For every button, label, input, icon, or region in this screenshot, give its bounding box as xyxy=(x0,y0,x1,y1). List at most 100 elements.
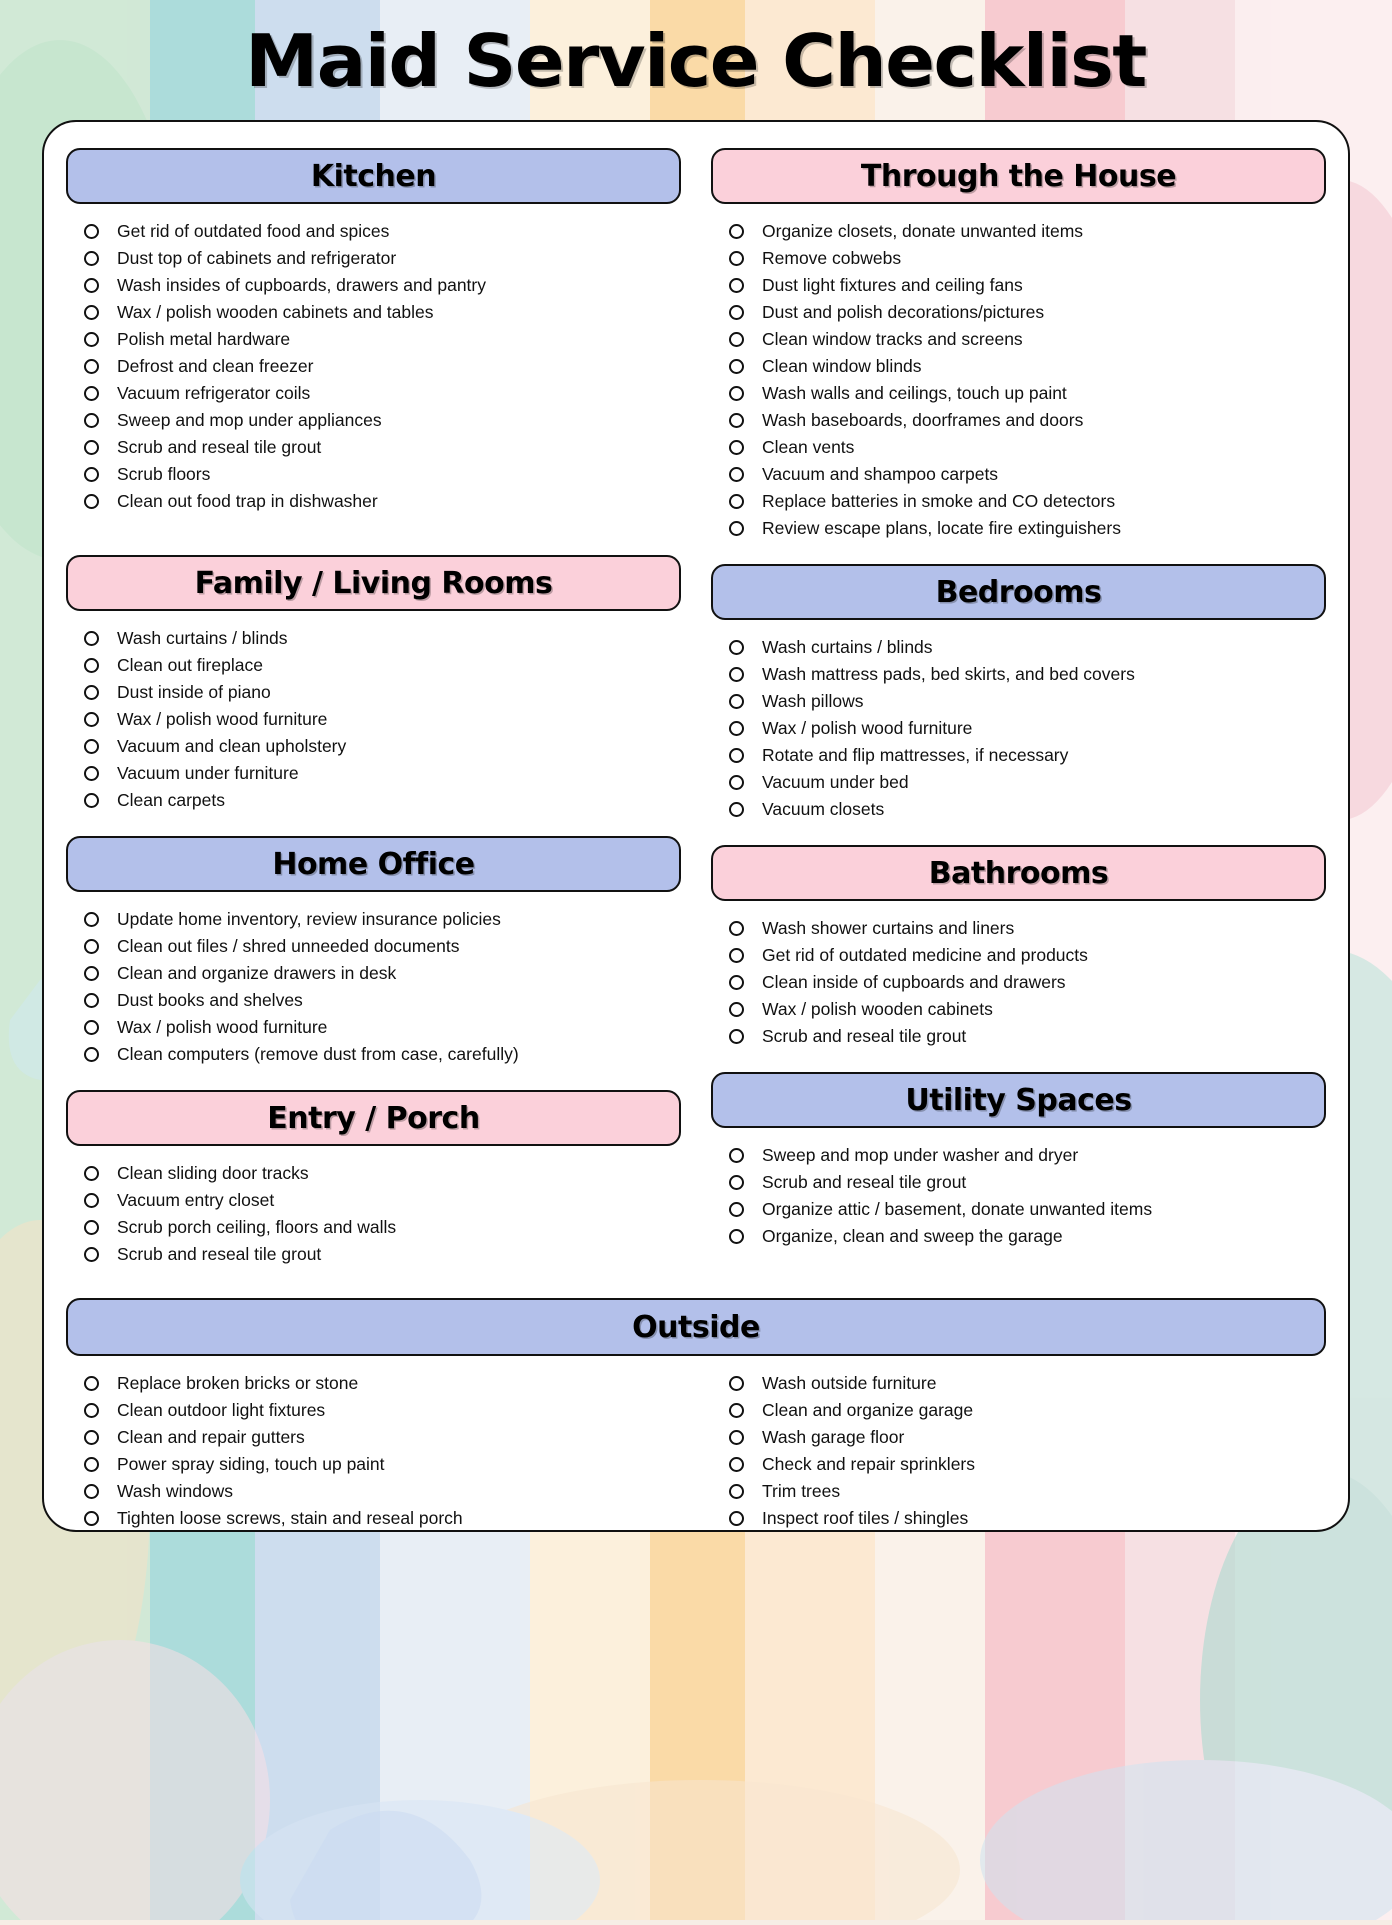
checkbox-circle-icon[interactable] xyxy=(729,948,744,963)
checkbox-circle-icon[interactable] xyxy=(729,413,744,428)
checkbox-circle-icon[interactable] xyxy=(84,993,99,1008)
list-item[interactable]: Vacuum and shampoo carpets xyxy=(711,461,1326,488)
list-item[interactable]: Vacuum entry closet xyxy=(66,1187,681,1214)
list-item[interactable]: Clean outdoor light fixtures xyxy=(66,1397,681,1424)
list-item[interactable]: Rotate and flip mattresses, if necessary xyxy=(711,742,1326,769)
checkbox-circle-icon[interactable] xyxy=(84,1220,99,1235)
checkbox-circle-icon[interactable] xyxy=(729,1029,744,1044)
checkbox-circle-icon[interactable] xyxy=(84,739,99,754)
checkbox-circle-icon[interactable] xyxy=(84,1020,99,1035)
list-item[interactable]: Dust books and shelves xyxy=(66,987,681,1014)
checkbox-circle-icon[interactable] xyxy=(84,712,99,727)
checkbox-circle-icon[interactable] xyxy=(729,802,744,817)
list-item[interactable]: Vacuum closets xyxy=(711,796,1326,823)
checkbox-circle-icon[interactable] xyxy=(84,966,99,981)
list-item[interactable]: Wash outside furniture xyxy=(711,1370,1326,1397)
list-item[interactable]: Clean vents xyxy=(711,434,1326,461)
checkbox-circle-icon[interactable] xyxy=(729,224,744,239)
list-item[interactable]: Inspect roof tiles / shingles xyxy=(711,1505,1326,1532)
list-item[interactable]: Clean carpets xyxy=(66,787,681,814)
list-item[interactable]: Sweep and mop under appliances xyxy=(66,407,681,434)
list-item[interactable]: Clean out food trap in dishwasher xyxy=(66,488,681,515)
checkbox-circle-icon[interactable] xyxy=(729,1511,744,1526)
checkbox-circle-icon[interactable] xyxy=(729,667,744,682)
checkbox-circle-icon[interactable] xyxy=(729,921,744,936)
checkbox-circle-icon[interactable] xyxy=(84,386,99,401)
list-item[interactable]: Dust inside of piano xyxy=(66,679,681,706)
list-item[interactable]: Sweep and mop under washer and dryer xyxy=(711,1142,1326,1169)
list-item[interactable]: Clean and repair gutters xyxy=(66,1424,681,1451)
checkbox-circle-icon[interactable] xyxy=(729,305,744,320)
list-item[interactable]: Review escape plans, locate fire extingu… xyxy=(711,515,1326,542)
list-item[interactable]: Vacuum refrigerator coils xyxy=(66,380,681,407)
checkbox-circle-icon[interactable] xyxy=(729,278,744,293)
checkbox-circle-icon[interactable] xyxy=(84,1403,99,1418)
checkbox-circle-icon[interactable] xyxy=(84,440,99,455)
list-item[interactable]: Wash windows xyxy=(66,1478,681,1505)
checkbox-circle-icon[interactable] xyxy=(84,1247,99,1262)
list-item[interactable]: Update home inventory, review insurance … xyxy=(66,906,681,933)
checkbox-circle-icon[interactable] xyxy=(729,1202,744,1217)
list-item[interactable]: Clean out files / shred unneeded documen… xyxy=(66,933,681,960)
list-item[interactable]: Organize closets, donate unwanted items xyxy=(711,218,1326,245)
list-item[interactable]: Wash curtains / blinds xyxy=(66,625,681,652)
list-item[interactable]: Wash garage floor xyxy=(711,1424,1326,1451)
checkbox-circle-icon[interactable] xyxy=(84,251,99,266)
list-item[interactable]: Trim trees xyxy=(711,1478,1326,1505)
checkbox-circle-icon[interactable] xyxy=(729,1484,744,1499)
checkbox-circle-icon[interactable] xyxy=(729,775,744,790)
checkbox-circle-icon[interactable] xyxy=(729,386,744,401)
list-item[interactable]: Vacuum under furniture xyxy=(66,760,681,787)
checkbox-circle-icon[interactable] xyxy=(84,1511,99,1526)
list-item[interactable]: Wash baseboards, doorframes and doors xyxy=(711,407,1326,434)
checkbox-circle-icon[interactable] xyxy=(84,1166,99,1181)
list-item[interactable]: Wax / polish wooden cabinets xyxy=(711,996,1326,1023)
list-item[interactable]: Clean window tracks and screens xyxy=(711,326,1326,353)
checkbox-circle-icon[interactable] xyxy=(729,721,744,736)
checkbox-circle-icon[interactable] xyxy=(84,766,99,781)
checkbox-circle-icon[interactable] xyxy=(729,1430,744,1445)
checkbox-circle-icon[interactable] xyxy=(84,793,99,808)
checkbox-circle-icon[interactable] xyxy=(84,1484,99,1499)
list-item[interactable]: Dust light fixtures and ceiling fans xyxy=(711,272,1326,299)
list-item[interactable]: Tighten loose screws, stain and reseal p… xyxy=(66,1505,681,1532)
checkbox-circle-icon[interactable] xyxy=(729,975,744,990)
list-item[interactable]: Clean and organize garage xyxy=(711,1397,1326,1424)
checkbox-circle-icon[interactable] xyxy=(84,332,99,347)
checkbox-circle-icon[interactable] xyxy=(84,631,99,646)
list-item[interactable]: Replace broken bricks or stone xyxy=(66,1370,681,1397)
list-item[interactable]: Dust top of cabinets and refrigerator xyxy=(66,245,681,272)
checkbox-circle-icon[interactable] xyxy=(84,1047,99,1062)
checkbox-circle-icon[interactable] xyxy=(84,912,99,927)
list-item[interactable]: Wash pillows xyxy=(711,688,1326,715)
list-item[interactable]: Get rid of outdated food and spices xyxy=(66,218,681,245)
checkbox-circle-icon[interactable] xyxy=(84,305,99,320)
list-item[interactable]: Get rid of outdated medicine and product… xyxy=(711,942,1326,969)
list-item[interactable]: Remove cobwebs xyxy=(711,245,1326,272)
list-item[interactable]: Wax / polish wood furniture xyxy=(711,715,1326,742)
list-item[interactable]: Wax / polish wood furniture xyxy=(66,1014,681,1041)
list-item[interactable]: Check and repair sprinklers xyxy=(711,1451,1326,1478)
list-item[interactable]: Wash walls and ceilings, touch up paint xyxy=(711,380,1326,407)
checkbox-circle-icon[interactable] xyxy=(729,1229,744,1244)
list-item[interactable]: Scrub porch ceiling, floors and walls xyxy=(66,1214,681,1241)
checkbox-circle-icon[interactable] xyxy=(729,1148,744,1163)
checkbox-circle-icon[interactable] xyxy=(729,494,744,509)
list-item[interactable]: Scrub floors xyxy=(66,461,681,488)
checkbox-circle-icon[interactable] xyxy=(84,278,99,293)
checkbox-circle-icon[interactable] xyxy=(729,251,744,266)
checkbox-circle-icon[interactable] xyxy=(84,939,99,954)
checkbox-circle-icon[interactable] xyxy=(729,332,744,347)
checkbox-circle-icon[interactable] xyxy=(729,694,744,709)
checkbox-circle-icon[interactable] xyxy=(84,685,99,700)
checkbox-circle-icon[interactable] xyxy=(84,1193,99,1208)
list-item[interactable]: Clean computers (remove dust from case, … xyxy=(66,1041,681,1068)
list-item[interactable]: Defrost and clean freezer xyxy=(66,353,681,380)
checkbox-circle-icon[interactable] xyxy=(729,1376,744,1391)
checkbox-circle-icon[interactable] xyxy=(84,1457,99,1472)
list-item[interactable]: Scrub and reseal tile grout xyxy=(711,1169,1326,1196)
list-item[interactable]: Clean out fireplace xyxy=(66,652,681,679)
list-item[interactable]: Clean inside of cupboards and drawers xyxy=(711,969,1326,996)
checkbox-circle-icon[interactable] xyxy=(84,224,99,239)
list-item[interactable]: Wax / polish wood furniture xyxy=(66,706,681,733)
